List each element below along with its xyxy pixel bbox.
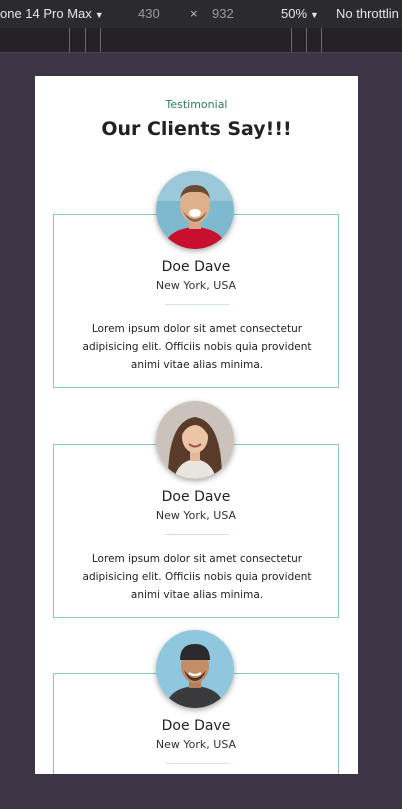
height-field[interactable]: 932: [212, 6, 234, 21]
chevron-down-icon: ▼: [310, 10, 319, 20]
client-name: Doe Dave: [161, 489, 231, 505]
device-selector[interactable]: one 14 Pro Max ▼: [0, 6, 104, 21]
woman-smiling-photo: [156, 401, 234, 479]
devtools-toolbar: one 14 Pro Max ▼ 430 × 932 50% ▼ No thrott…: [0, 0, 402, 28]
ruler-tick: [100, 28, 101, 52]
ruler-tick: [321, 28, 322, 52]
client-name: Doe Dave: [161, 259, 231, 275]
client-name: Doe Dave: [161, 718, 231, 734]
divider: [165, 763, 229, 764]
throttle-selector[interactable]: No throttlin: [336, 6, 399, 21]
avatar: [156, 171, 234, 249]
section-title: Our Clients Say!!!: [101, 118, 292, 140]
chevron-down-icon: ▼: [94, 10, 104, 20]
zoom-label: 50%: [281, 6, 308, 21]
ruler-tick: [85, 28, 86, 52]
client-location: New York, USA: [155, 738, 237, 751]
avatar: [156, 401, 234, 479]
device-viewport: Testimonial Our Clients Say!!! Doe Dave …: [35, 76, 358, 774]
device-label: one 14 Pro Max: [0, 6, 92, 21]
ruler-tick: [69, 28, 70, 52]
media-query-ruler: [0, 28, 402, 53]
client-location: New York, USA: [155, 509, 237, 522]
man-cap-photo: [156, 630, 234, 708]
width-field[interactable]: 430: [138, 6, 160, 21]
client-location: New York, USA: [155, 279, 237, 292]
testimonial-quote: Lorem ipsum dolor sit amet consectetur a…: [82, 553, 312, 601]
avatar: [156, 630, 234, 708]
ruler-tick: [291, 28, 292, 52]
man-laughing-photo: [156, 171, 234, 249]
section-eyebrow: Testimonial: [165, 98, 228, 111]
ruler-tick: [306, 28, 307, 52]
divider: [165, 534, 229, 535]
zoom-selector[interactable]: 50% ▼: [281, 6, 319, 21]
dimension-separator: ×: [190, 6, 198, 21]
divider: [165, 304, 229, 305]
testimonial-quote: Lorem ipsum dolor sit amet consectetur a…: [82, 323, 312, 371]
